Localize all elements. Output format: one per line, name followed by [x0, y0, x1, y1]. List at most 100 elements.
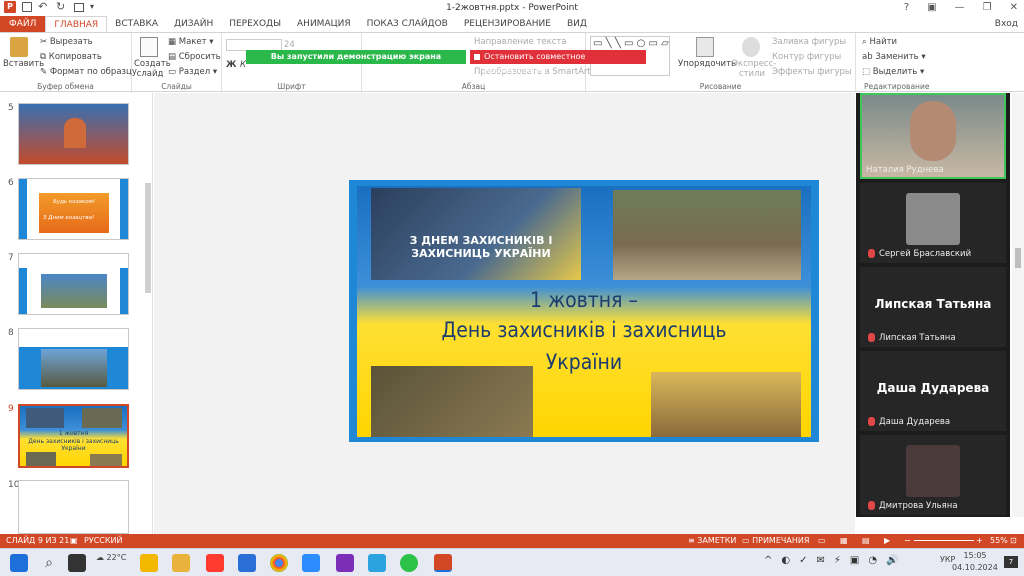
- section-button[interactable]: ▭ Раздел ▾: [168, 67, 217, 77]
- participant-tile-active[interactable]: Наталия Руднева: [860, 93, 1006, 179]
- close-button[interactable]: ✕: [1010, 2, 1018, 13]
- scrollbar-thumb[interactable]: [1015, 248, 1021, 268]
- file-explorer-icon[interactable]: [172, 554, 190, 572]
- start-icon[interactable]: [10, 554, 28, 572]
- powerpoint-taskbar-icon[interactable]: [434, 554, 452, 572]
- text-direction-button[interactable]: Направление текста: [474, 37, 567, 47]
- ribbon-tabs: ФАЙЛ ГЛАВНАЯ ВСТАВКА ДИЗАЙН ПЕРЕХОДЫ АНИ…: [0, 16, 1024, 32]
- word-icon[interactable]: [238, 554, 256, 572]
- language-indicator[interactable]: РУССКИЙ: [84, 534, 123, 548]
- normal-view-icon[interactable]: ▭: [818, 534, 826, 548]
- main-scrollbar[interactable]: [1012, 93, 1024, 517]
- system-tray-icons[interactable]: ^◐✓✉⚡▣◔🔊: [764, 555, 908, 566]
- fit-slide-icon[interactable]: ⊡: [1010, 534, 1017, 548]
- ribbon-display-icon[interactable]: ▣: [927, 2, 936, 13]
- cut-button[interactable]: ✂ Вырезать: [40, 37, 93, 47]
- minimize-button[interactable]: —: [955, 2, 965, 13]
- thumbnail-scrollbar[interactable]: [143, 93, 153, 534]
- tab-design[interactable]: ДИЗАЙН: [166, 16, 221, 32]
- notes-button[interactable]: ≡ ЗАМЕТКИ: [688, 534, 736, 548]
- notification-icon[interactable]: 7: [1004, 556, 1018, 568]
- slide-thumbnail-10[interactable]: [18, 480, 129, 534]
- paste-icon[interactable]: [10, 37, 28, 57]
- weather-widget[interactable]: ☁ 22°C: [96, 553, 126, 562]
- clock-date[interactable]: 04.10.2024: [952, 563, 998, 572]
- tab-file[interactable]: ФАЙЛ: [0, 16, 46, 32]
- thumbnail-text: День захисників і захисниць України: [28, 438, 119, 452]
- shape-outline-button[interactable]: Контур фигуры: [772, 52, 841, 62]
- participant-tile[interactable]: Даша Дударева Даша Дударева: [860, 351, 1006, 431]
- clipboard-group: Вставить ✂ Вырезать ⧉ Копировать ✎ Форма…: [0, 33, 137, 93]
- scrollbar-thumb[interactable]: [145, 183, 151, 293]
- new-slide-icon[interactable]: [140, 37, 158, 57]
- tab-slideshow[interactable]: ПОКАЗ СЛАЙДОВ: [359, 16, 456, 32]
- reset-button[interactable]: ▤ Сбросить: [168, 52, 221, 62]
- format-painter-button[interactable]: ✎ Формат по образцу: [40, 67, 137, 77]
- task-view-icon[interactable]: [68, 554, 86, 572]
- new-slide-button[interactable]: Создать слайд: [134, 59, 171, 79]
- app-icon[interactable]: [140, 554, 158, 572]
- tab-transitions[interactable]: ПЕРЕХОДЫ: [221, 16, 289, 32]
- clock-time[interactable]: 15:05: [960, 551, 990, 560]
- chrome-icon[interactable]: [270, 554, 288, 572]
- current-slide[interactable]: З ДНЕМ ЗАХИСНИКІВ І ЗАХИСНИЦЬ УКРАЇНИ 1 …: [349, 180, 819, 442]
- shape-effects-button[interactable]: Эффекты фигуры: [772, 67, 852, 77]
- title-bar: P ↶ ↻ ▾ 1-2жовтня.pptx - PowerPoint ? ▣ …: [0, 0, 1024, 16]
- zoom-app-icon[interactable]: [302, 554, 320, 572]
- participant-tile[interactable]: Сергей Браславский: [860, 183, 1006, 263]
- spellcheck-icon[interactable]: ▣: [70, 534, 78, 548]
- bold-button[interactable]: Ж: [226, 60, 236, 70]
- help-button[interactable]: ?: [904, 2, 909, 13]
- maximize-button[interactable]: ❐: [983, 2, 992, 13]
- arrange-icon[interactable]: [696, 37, 714, 57]
- tab-home[interactable]: ГЛАВНАЯ: [45, 16, 108, 32]
- reading-view-icon[interactable]: ▤: [862, 534, 870, 548]
- find-button[interactable]: ⌕ Найти: [862, 37, 897, 47]
- slides-label: Слайды: [161, 82, 192, 91]
- replace-button[interactable]: ab Заменить ▾: [862, 52, 926, 62]
- layout-label: Макет: [178, 37, 207, 47]
- comments-button[interactable]: ▭ ПРИМЕЧАНИЯ: [742, 534, 809, 548]
- slide-thumbnail-5[interactable]: [18, 103, 129, 165]
- zoom-out-button[interactable]: −: [904, 534, 911, 548]
- tab-view[interactable]: ВИД: [559, 16, 595, 32]
- viber-icon[interactable]: [336, 554, 354, 572]
- section-label: Раздел: [178, 67, 211, 77]
- video-participants-panel: Наталия Руднева Сергей Браславский Липск…: [856, 93, 1010, 517]
- signin-link[interactable]: Вход: [995, 19, 1018, 29]
- quick-styles-icon[interactable]: [742, 37, 760, 57]
- select-button[interactable]: ⬚ Выделить ▾: [862, 67, 924, 77]
- muted-mic-icon: [868, 417, 875, 426]
- layout-button[interactable]: ▦ Макет ▾: [168, 37, 214, 47]
- zoom-slider[interactable]: [914, 540, 974, 541]
- tab-animations[interactable]: АНИМАЦИЯ: [289, 16, 359, 32]
- search-icon[interactable]: ⌕: [40, 554, 58, 572]
- whatsapp-icon[interactable]: [400, 554, 418, 572]
- arrange-button[interactable]: Упорядочить: [678, 59, 736, 69]
- sorter-view-icon[interactable]: ▦: [840, 534, 848, 548]
- slide-thumbnail-6[interactable]: Будь козаком! З Днем козацтва!: [18, 178, 129, 240]
- slideshow-view-icon[interactable]: ▶: [884, 534, 890, 548]
- stop-sharing-button[interactable]: Остановить совместное использование: [470, 50, 646, 75]
- participant-video: [910, 101, 956, 161]
- paste-button[interactable]: Вставить: [3, 59, 44, 69]
- slide-thumbnail-9[interactable]: 1 жовтня День захисників і захисниць Укр…: [18, 404, 129, 468]
- zoom-in-button[interactable]: +: [976, 534, 983, 548]
- copy-icon: ⧉: [40, 52, 49, 62]
- copy-button[interactable]: ⧉ Копировать: [40, 52, 102, 62]
- slide-thumbnail-7[interactable]: [18, 253, 129, 315]
- zoom-level[interactable]: 55%: [990, 534, 1008, 548]
- telegram-icon[interactable]: [368, 554, 386, 572]
- youtube-icon[interactable]: [206, 554, 224, 572]
- tab-insert[interactable]: ВСТАВКА: [107, 16, 166, 32]
- slide-thumbnail-8[interactable]: [18, 328, 129, 390]
- avatar: [906, 445, 960, 497]
- font-size-input[interactable]: 24: [284, 40, 295, 50]
- tab-review[interactable]: РЕЦЕНЗИРОВАНИЕ: [456, 16, 559, 32]
- shape-fill-button[interactable]: Заливка фигуры: [772, 37, 846, 47]
- quick-styles-button[interactable]: Экспресс-стили: [732, 59, 776, 79]
- notes-label: ЗАМЕТКИ: [697, 536, 737, 545]
- thumbnail-number: 8: [8, 328, 14, 338]
- participant-tile[interactable]: Липская Татьяна Липская Татьяна: [860, 267, 1006, 347]
- participant-tile[interactable]: Дмитрова Ульяна: [860, 435, 1006, 515]
